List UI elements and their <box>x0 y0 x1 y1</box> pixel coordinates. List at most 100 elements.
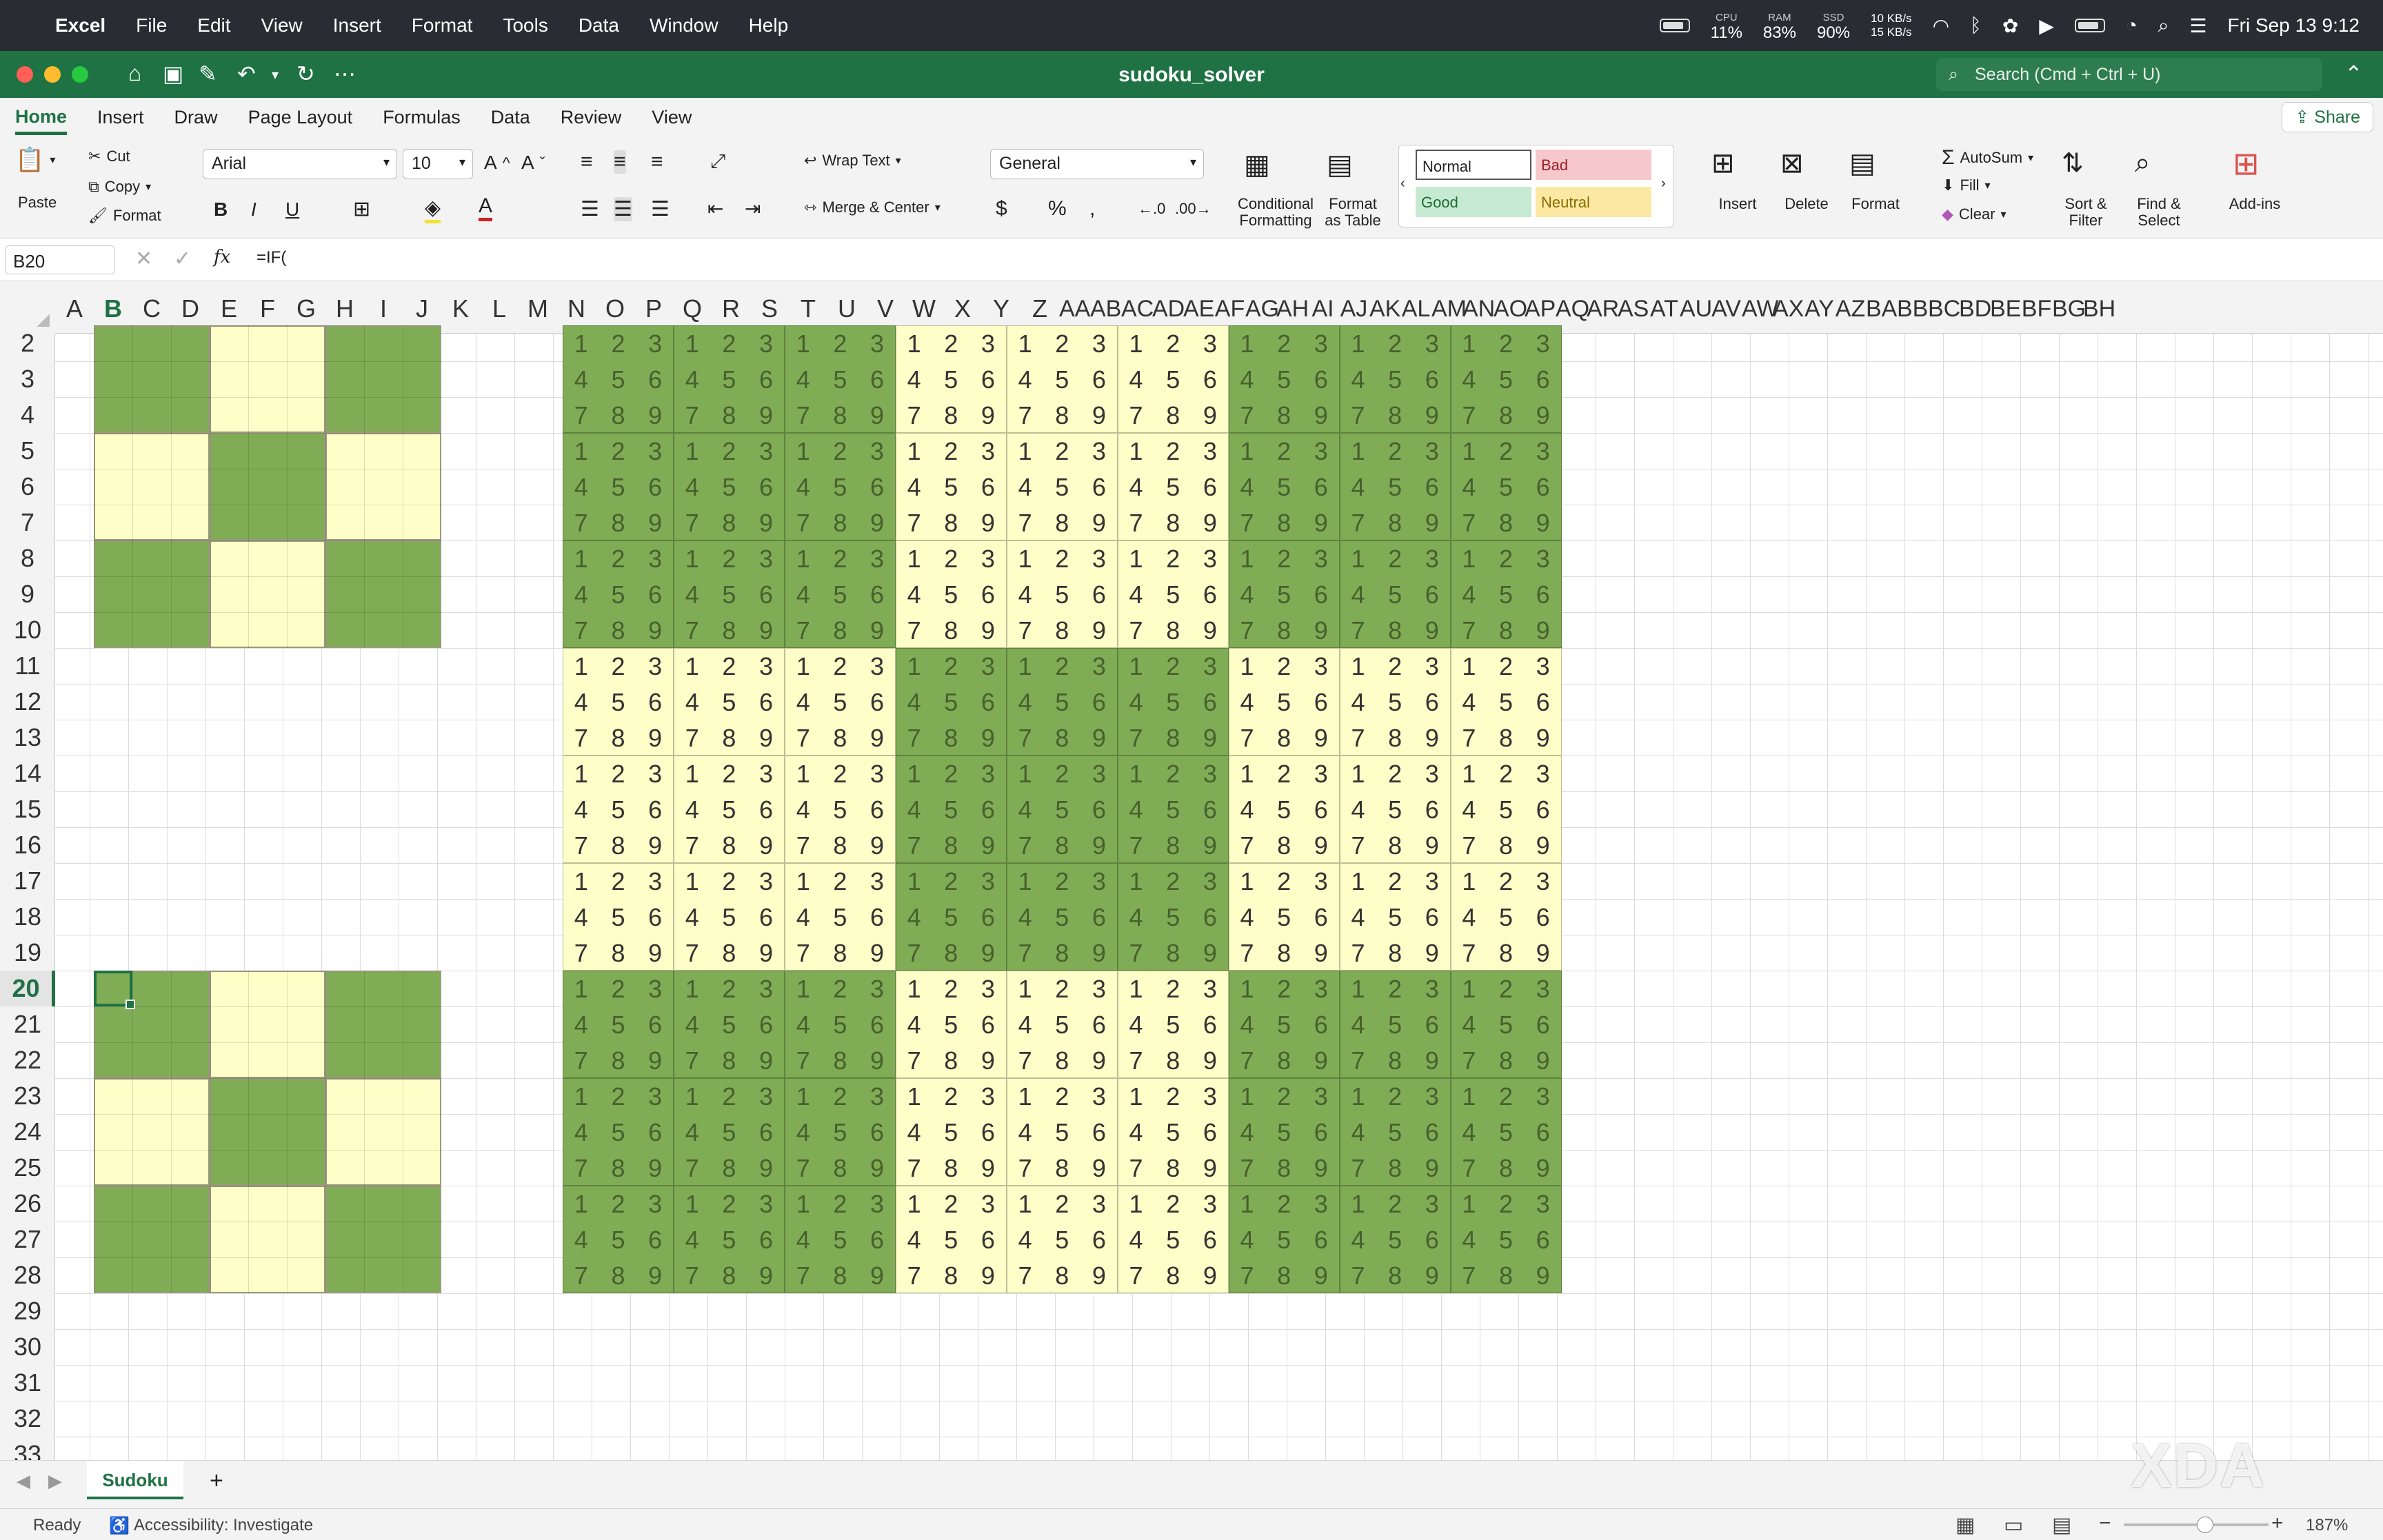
search-box[interactable]: ⌕ Search (Cmd + Ctrl + U) <box>1936 58 2322 91</box>
row-header-14[interactable]: 14 <box>0 756 55 791</box>
tab-review[interactable]: Review <box>561 107 622 135</box>
spotlight-search-icon[interactable]: ⌕ <box>2158 14 2169 37</box>
style-normal[interactable]: Normal <box>1416 150 1531 180</box>
currency-icon[interactable]: $ <box>996 197 1007 221</box>
candidate-cell[interactable]: 123 456 789 <box>784 433 896 540</box>
input-grid-top-box[interactable] <box>325 325 441 433</box>
row-header-23[interactable]: 23 <box>0 1078 55 1114</box>
row-header-19[interactable]: 19 <box>0 935 55 971</box>
candidate-cell[interactable]: 123 456 789 <box>1117 540 1229 648</box>
insert-cells-button[interactable]: Insert <box>1703 196 1772 212</box>
row-header-2[interactable]: 2 <box>0 325 55 361</box>
input-grid-bottom-box[interactable] <box>210 971 325 1078</box>
ram-stat[interactable]: RAM 83% <box>1763 10 1796 41</box>
paste-dropdown-icon[interactable]: ▾ <box>50 153 55 167</box>
tab-formulas[interactable]: Formulas <box>383 107 461 135</box>
sort-filter-button[interactable]: Sort & Filter <box>2055 196 2117 229</box>
sort-filter-icon[interactable]: ⇅ <box>2062 148 2084 179</box>
increase-indent-icon[interactable]: ⇥ <box>745 197 761 220</box>
input-grid-bottom-box[interactable] <box>94 1078 210 1186</box>
format-as-table-icon[interactable]: ▤ <box>1327 149 1353 181</box>
tab-page-layout[interactable]: Page Layout <box>248 107 353 135</box>
candidate-cell[interactable]: 123 456 789 <box>1117 1186 1229 1293</box>
candidate-cell[interactable]: 123 456 789 <box>1228 540 1340 648</box>
cell-area[interactable]: 1234567891234567891234567891234567891234… <box>55 325 2383 1460</box>
candidate-cell[interactable]: 123 456 789 <box>673 540 785 648</box>
candidate-cell[interactable]: 123 456 789 <box>1228 1078 1340 1186</box>
candidate-cell[interactable]: 123 456 789 <box>1006 971 1118 1078</box>
input-grid-top-box[interactable] <box>325 433 441 540</box>
row-header-29[interactable]: 29 <box>0 1293 55 1329</box>
candidate-cell[interactable]: 123 456 789 <box>1006 648 1118 756</box>
column-header-bh[interactable]: BH <box>2083 281 2115 334</box>
column-header-bc[interactable]: BC <box>1928 281 1960 334</box>
candidate-cell[interactable]: 123 456 789 <box>1450 1078 1562 1186</box>
candidate-cell[interactable]: 123 456 789 <box>895 325 1007 433</box>
conditional-formatting-icon[interactable]: ▦ <box>1244 149 1270 181</box>
column-header-ax[interactable]: AX <box>1773 281 1804 334</box>
next-sheet-icon[interactable]: ▶ <box>48 1470 62 1492</box>
candidate-cell[interactable]: 123 456 789 <box>1228 1186 1340 1293</box>
candidate-cell[interactable]: 123 456 789 <box>1006 756 1118 863</box>
autosum-button[interactable]: Σ AutoSum ▾ <box>1942 146 2033 170</box>
app-menu[interactable]: Excel <box>55 14 105 37</box>
row-header-20[interactable]: 20 <box>0 971 55 1006</box>
menu-edit[interactable]: Edit <box>197 14 230 37</box>
menu-file[interactable]: File <box>136 14 167 37</box>
insert-function-icon[interactable]: fx <box>214 247 230 267</box>
fill-button[interactable]: ⬇ Fill ▾ <box>1942 176 1991 194</box>
row-header-17[interactable]: 17 <box>0 863 55 899</box>
candidate-cell[interactable]: 123 456 789 <box>895 433 1007 540</box>
zoom-out-button[interactable]: − <box>2099 1512 2111 1535</box>
cancel-icon[interactable]: ✕ <box>135 247 152 271</box>
number-format-select[interactable]: General ▾ <box>990 149 1204 179</box>
input-grid-bottom-box[interactable] <box>325 1078 441 1186</box>
formula-input[interactable]: =IF( <box>257 248 286 267</box>
decrease-font-button[interactable]: Aˇ <box>521 152 545 174</box>
font-size-select[interactable]: 10 ▾ <box>403 149 473 179</box>
candidate-cell[interactable]: 123 456 789 <box>673 756 785 863</box>
insert-cells-icon[interactable]: ⊞ <box>1711 148 1735 179</box>
column-header-au[interactable]: AU <box>1680 281 1712 334</box>
candidate-cell[interactable]: 123 456 789 <box>563 971 674 1078</box>
candidate-cell[interactable]: 123 456 789 <box>1450 756 1562 863</box>
row-header-28[interactable]: 28 <box>0 1257 55 1293</box>
row-header-32[interactable]: 32 <box>0 1401 55 1437</box>
column-header-ay[interactable]: AY <box>1804 281 1835 334</box>
candidate-cell[interactable]: 123 456 789 <box>1117 1078 1229 1186</box>
wrap-text-button[interactable]: ↩ Wrap Text ▾ <box>804 152 901 170</box>
candidate-cell[interactable]: 123 456 789 <box>1339 433 1451 540</box>
candidate-cell[interactable]: 123 456 789 <box>784 325 896 433</box>
font-color-icon[interactable]: A <box>479 194 493 221</box>
menu-insert[interactable]: Insert <box>333 14 381 37</box>
row-header-10[interactable]: 10 <box>0 612 55 648</box>
candidate-cell[interactable]: 123 456 789 <box>1450 1186 1562 1293</box>
column-header-bf[interactable]: BF <box>2021 281 2052 334</box>
candidate-cell[interactable]: 123 456 789 <box>1339 1186 1451 1293</box>
candidate-cell[interactable]: 123 456 789 <box>784 863 896 971</box>
increase-font-button[interactable]: A ^ <box>484 152 510 174</box>
candidate-cell[interactable]: 123 456 789 <box>1117 325 1229 433</box>
wifi-icon[interactable]: ◔ <box>2126 14 2138 37</box>
add-sheet-button[interactable]: + <box>210 1468 223 1495</box>
align-right-icon[interactable]: ☰ <box>651 197 670 221</box>
row-header-16[interactable]: 16 <box>0 827 55 863</box>
row-header-8[interactable]: 8 <box>0 540 55 576</box>
candidate-cell[interactable]: 123 456 789 <box>784 540 896 648</box>
candidate-cell[interactable]: 123 456 789 <box>1117 433 1229 540</box>
decrease-decimal-icon[interactable]: .00→ <box>1175 200 1211 218</box>
candidate-cell[interactable]: 123 456 789 <box>563 863 674 971</box>
candidate-cell[interactable]: 123 456 789 <box>1117 971 1229 1078</box>
input-grid-top-box[interactable] <box>210 325 325 433</box>
merge-center-button[interactable]: ⇿ Merge & Center ▾ <box>804 199 941 216</box>
row-header-13[interactable]: 13 <box>0 720 55 756</box>
column-header-k[interactable]: K <box>441 281 480 334</box>
row-header-4[interactable]: 4 <box>0 397 55 433</box>
candidate-cell[interactable]: 123 456 789 <box>1339 540 1451 648</box>
share-button[interactable]: ⇪ Share <box>2282 102 2373 132</box>
italic-button[interactable]: I <box>251 199 257 221</box>
format-painter-button[interactable]: 🖌 Format <box>88 207 161 225</box>
candidate-cell[interactable]: 123 456 789 <box>673 1078 785 1186</box>
cpu-stat[interactable]: CPU 11% <box>1711 10 1742 41</box>
normal-view-icon[interactable]: ▦ <box>1955 1513 1975 1537</box>
